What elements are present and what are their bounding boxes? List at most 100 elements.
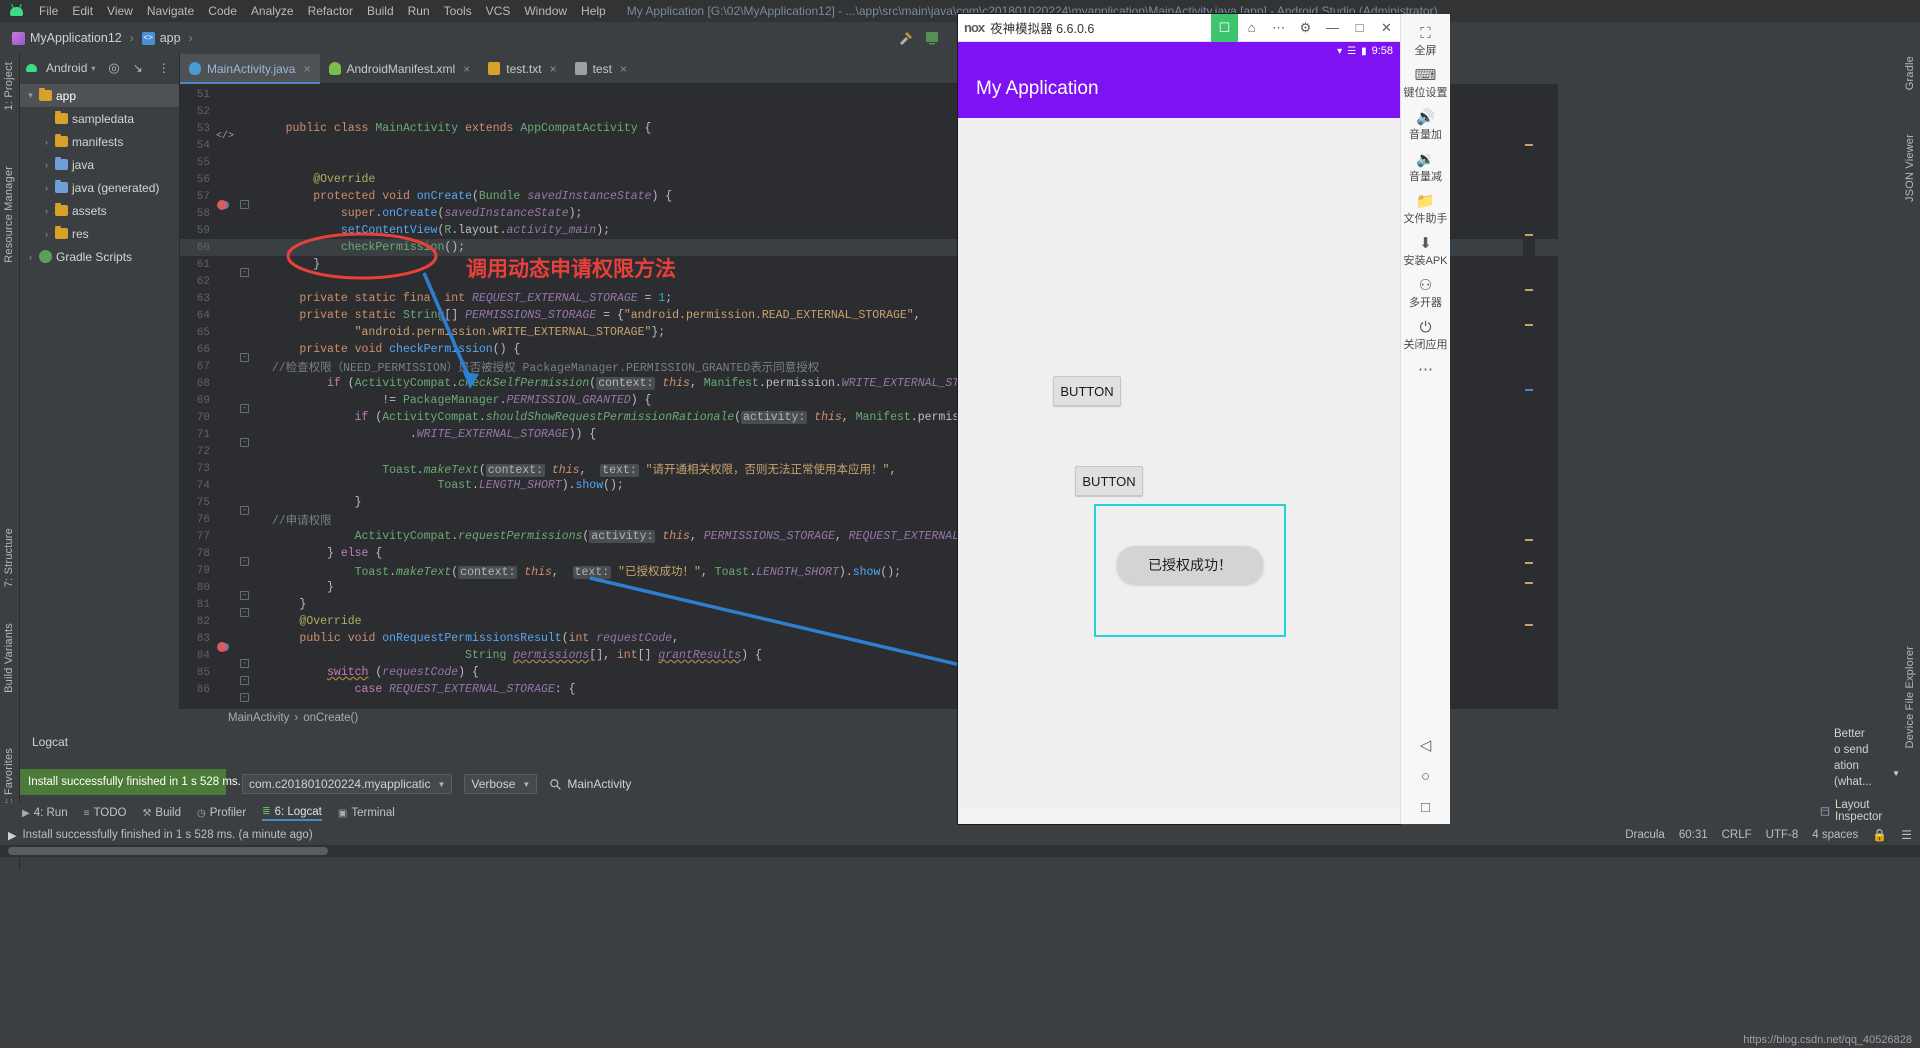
menu-item-run[interactable]: Run [401, 2, 437, 20]
menu-item-window[interactable]: Window [517, 2, 574, 20]
tree-expand-arrow[interactable]: › [42, 160, 51, 170]
horizontal-scrollbar[interactable] [0, 845, 1920, 857]
nox-nav-buttons[interactable]: ◁ ○ □ [1401, 736, 1450, 824]
project-tree-item[interactable]: › java [20, 153, 179, 176]
nox-sidebar-item-7[interactable]: ⏻ 关闭应用 [1401, 314, 1451, 356]
nox-sidebar-item-3[interactable]: 🔉 音量减 [1401, 146, 1451, 188]
menu-item-view[interactable]: View [100, 2, 140, 20]
tree-expand-arrow[interactable]: › [42, 206, 51, 216]
breadcrumb-project[interactable]: MyApplication12 [8, 31, 126, 45]
tool-tab-gradle[interactable]: Gradle [1902, 52, 1918, 94]
project-tree-item[interactable]: sampledata [20, 107, 179, 130]
nox-menu-button[interactable]: ⋯ [1265, 14, 1292, 42]
chevron-down-icon[interactable]: ▼ [1892, 766, 1900, 782]
nox-sidebar-item-0[interactable]: ⛶ 全屏 [1401, 20, 1451, 62]
editor-tab-test-txt[interactable]: test.txt × [479, 54, 565, 83]
project-tree-item[interactable]: › res [20, 222, 179, 245]
status-line-separator[interactable]: CRLF [1722, 829, 1752, 841]
nox-screenshot-button[interactable]: ☐ [1211, 13, 1238, 42]
nox-sidebar-item-2[interactable]: 🔊 音量加 [1401, 104, 1451, 146]
menu-item-tools[interactable]: Tools [437, 2, 479, 20]
menu-item-build[interactable]: Build [360, 2, 401, 20]
app-screen[interactable]: BUTTON BUTTON 已授权成功！ [958, 118, 1400, 808]
tool-tab-structure[interactable]: 7: Structure [1, 524, 17, 591]
nox-settings-button[interactable]: ⚙ [1292, 14, 1319, 42]
tree-expand-arrow[interactable]: › [26, 252, 35, 262]
tool-tab-build-variants[interactable]: Build Variants [1, 619, 17, 697]
target-icon[interactable]: ◎ [108, 60, 119, 76]
scrollbar-thumb[interactable] [8, 847, 328, 855]
project-tree-item[interactable]: ▾ app [20, 84, 179, 107]
menu-item-code[interactable]: Code [201, 2, 244, 20]
nox-minimize-button[interactable]: — [1319, 14, 1346, 42]
nox-sidebar[interactable]: ⛶ 全屏 ⌨ 键位设置 🔊 音量加 🔉 音量减 📁 文件助手 ⬇ 安装APK ⚇ 多开器 ⏻ 关闭应用 ⋯ ◁ … [1400, 14, 1450, 824]
editor-marker-bar[interactable] [1523, 84, 1535, 709]
nox-close-button[interactable]: ✕ [1373, 14, 1400, 42]
status-caret-position[interactable]: 60:31 [1679, 829, 1708, 841]
status-theme[interactable]: Dracula [1625, 829, 1665, 841]
project-tree-item[interactable]: › java (generated) [20, 176, 179, 199]
menu-item-vcs[interactable]: VCS [479, 2, 518, 20]
menu-item-navigate[interactable]: Navigate [140, 2, 201, 20]
status-indent[interactable]: 4 spaces [1812, 829, 1858, 841]
logcat-filter[interactable]: MainActivity [549, 777, 631, 791]
lock-icon[interactable]: 🔒 [1872, 828, 1887, 842]
bottom-tab-6-logcat[interactable]: ≣ 6: Logcat [262, 806, 322, 821]
menu-item-refactor[interactable]: Refactor [301, 2, 360, 20]
nox-sidebar-item-8[interactable]: ⋯ [1401, 356, 1451, 382]
app-button-1[interactable]: BUTTON [1053, 376, 1121, 406]
project-view-selector[interactable]: Android ▾ [25, 61, 95, 75]
app-button-2[interactable]: BUTTON [1075, 466, 1143, 496]
tool-tab-resource-manager[interactable]: Resource Manager [1, 162, 17, 267]
breadcrumb-method[interactable]: onCreate() [303, 712, 358, 724]
close-icon[interactable]: × [463, 62, 470, 76]
close-icon[interactable]: × [550, 62, 557, 76]
close-icon[interactable]: × [303, 62, 310, 76]
breadcrumb-module[interactable]: app [138, 31, 185, 45]
project-tree-item[interactable]: › assets [20, 199, 179, 222]
code-fold-icon[interactable]: - [240, 692, 249, 702]
avd-manager-icon[interactable] [924, 30, 940, 46]
nav-home-icon[interactable]: ○ [1421, 768, 1430, 785]
tree-expand-arrow[interactable]: ▾ [26, 90, 35, 101]
project-tree-item[interactable]: › manifests [20, 130, 179, 153]
nox-emulator-window[interactable]: nox 夜神模拟器 6.6.0.6 ☐ ⌂ ⋯ ⚙ — □ ✕ ▾ ☰ ▮ 9:… [958, 13, 1400, 824]
layout-inspector-tab[interactable]: Layout Inspector [1820, 799, 1900, 823]
logcat-level-selector[interactable]: Verbose ▼ [464, 774, 538, 794]
bottom-tab-build[interactable]: ⚒ Build [142, 807, 181, 819]
tree-expand-arrow[interactable]: › [42, 229, 51, 239]
close-icon[interactable]: × [620, 62, 627, 76]
bottom-tab-profiler[interactable]: ◷ Profiler [197, 807, 246, 819]
bottom-tab-4-run[interactable]: ▶ 4: Run [22, 807, 68, 819]
nox-title-bar[interactable]: nox 夜神模拟器 6.6.0.6 ☐ ⌂ ⋯ ⚙ — □ ✕ [958, 13, 1400, 42]
nox-sidebar-item-4[interactable]: 📁 文件助手 [1401, 188, 1451, 230]
nox-sidebar-item-1[interactable]: ⌨ 键位设置 [1401, 62, 1451, 104]
menu-item-edit[interactable]: Edit [65, 2, 100, 20]
nav-back-icon[interactable]: ◁ [1420, 736, 1432, 754]
tool-tab-json-viewer[interactable]: JSON Viewer [1902, 130, 1918, 206]
menu-item-analyze[interactable]: Analyze [244, 2, 301, 20]
nox-multi-button[interactable]: ⌂ [1238, 14, 1265, 42]
nox-maximize-button[interactable]: □ [1346, 14, 1373, 42]
hammer-icon[interactable] [898, 30, 914, 46]
bottom-tab-todo[interactable]: ≡ TODO [84, 807, 127, 819]
status-encoding[interactable]: UTF-8 [1766, 829, 1799, 841]
more-options-icon[interactable]: ⋮ [158, 61, 170, 75]
editor-tab-test[interactable]: test × [566, 54, 636, 83]
editor-tab-mainactivity-java[interactable]: MainActivity.java × [180, 54, 320, 84]
nox-sidebar-item-6[interactable]: ⚇ 多开器 [1401, 272, 1451, 314]
menu-item-file[interactable]: File [32, 2, 65, 20]
tool-tab-device-file-explorer[interactable]: Device File Explorer [1902, 642, 1918, 752]
editor-tab-bar[interactable]: MainActivity.java × AndroidManifest.xml × te… [180, 54, 958, 84]
nox-sidebar-item-5[interactable]: ⬇ 安装APK [1401, 230, 1451, 272]
tool-tab-favorites[interactable]: 2: Favorites [1, 744, 17, 812]
collapse-all-icon[interactable]: ↘ [133, 61, 143, 75]
project-tree-item[interactable]: › Gradle Scripts [20, 245, 179, 268]
breadcrumb-class[interactable]: MainActivity [228, 712, 289, 724]
project-tree[interactable]: ▾ app sampledata › manifests › java › java (gene… [20, 82, 179, 268]
bottom-tab-terminal[interactable]: ▣ Terminal [338, 807, 395, 819]
logcat-process-selector[interactable]: com.c201801020224.myapplicatic ▼ [242, 774, 453, 794]
tree-expand-arrow[interactable]: › [42, 183, 51, 193]
editor-tab-androidmanifest-xml[interactable]: AndroidManifest.xml × [320, 54, 480, 83]
tool-tab-project[interactable]: 1: Project [1, 58, 17, 114]
